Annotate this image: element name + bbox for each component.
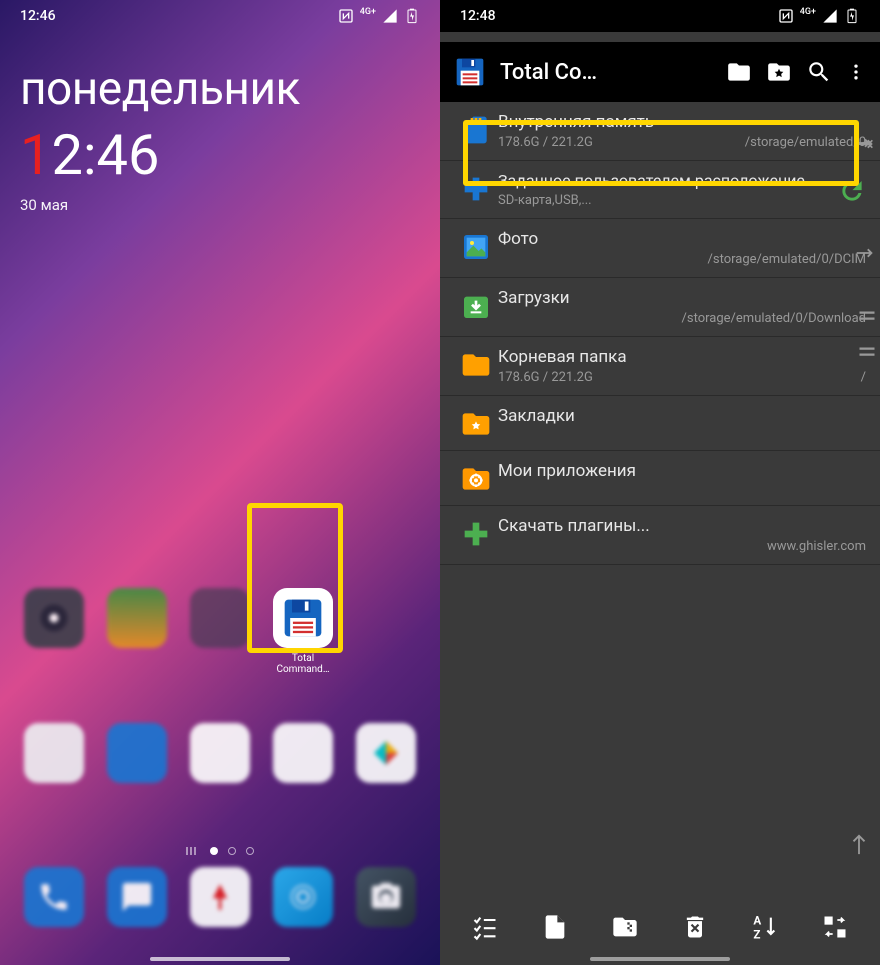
signal-icon [822, 8, 838, 24]
search-icon[interactable] [806, 59, 832, 85]
network-4g-icon: 4G+ [800, 7, 816, 17]
day-of-week: понедельник [20, 62, 420, 116]
app-logo-icon [454, 56, 486, 88]
plus-icon [460, 173, 492, 205]
equals-icon[interactable] [858, 305, 876, 327]
archive-tool-icon[interactable] [611, 913, 639, 941]
download-icon [460, 290, 492, 322]
scroll-up-icon[interactable] [848, 832, 870, 865]
app-icon-blurred[interactable] [267, 723, 339, 799]
refresh-icon[interactable] [838, 177, 866, 205]
signal-icon [382, 8, 398, 24]
date-text: 30 мая [20, 196, 420, 214]
bottom-toolbar: AZ [440, 901, 880, 953]
swap-arrow-icon[interactable] [854, 133, 876, 155]
status-time: 12:48 [460, 8, 496, 24]
nfc-icon [778, 8, 794, 24]
status-time: 12:46 [20, 8, 56, 24]
delete-tool-icon[interactable] [681, 913, 709, 941]
battery-icon [404, 8, 420, 24]
folder-action-icon[interactable] [726, 59, 752, 85]
list-item-bookmarks[interactable]: Закладки [440, 396, 880, 451]
app-icon-blurred[interactable] [350, 723, 422, 799]
app-icon-blurred[interactable] [18, 723, 90, 799]
dock-messages[interactable] [101, 867, 173, 927]
app-bar: Total Co… [440, 42, 880, 102]
folder-icon [460, 349, 492, 381]
app-total-commander[interactable]: Total Command… [267, 588, 339, 675]
apps-folder-icon [460, 463, 492, 495]
home-screen-phone: 12:46 4G+ понедельник 12:46 30 мая [0, 0, 440, 965]
svg-text:A: A [753, 914, 761, 928]
status-bar: 12:46 4G+ [0, 0, 440, 32]
new-file-tool-icon[interactable] [541, 913, 569, 941]
list-item-root[interactable]: Корневая папка 178.6G / 221.2G/ [440, 337, 880, 396]
app-icon-blurred[interactable] [184, 588, 256, 675]
dock-gallery[interactable] [267, 867, 339, 927]
status-bar: 12:48 4G+ [440, 0, 880, 32]
location-list: Внутренняя память 178.6G / 221.2G/storag… [440, 102, 880, 565]
swap-panel-tool-icon[interactable] [821, 913, 849, 941]
dock-phone[interactable] [18, 867, 90, 927]
app-title: Total Co… [500, 60, 712, 85]
app-icon-blurred[interactable] [101, 588, 173, 675]
battery-icon [844, 8, 860, 24]
app-icon-blurred[interactable] [184, 723, 256, 799]
bookmark-folder-icon [460, 408, 492, 440]
dock-yandex[interactable] [184, 867, 256, 927]
list-item-user-location[interactable]: Заданное пользователем расположение SD-к… [440, 161, 880, 219]
plus-green-icon [460, 518, 492, 550]
sort-tool-icon[interactable]: AZ [751, 913, 779, 941]
app-icon-blurred[interactable] [101, 723, 173, 799]
dock-camera[interactable] [350, 867, 422, 927]
overflow-menu-icon[interactable] [846, 59, 866, 85]
svg-text:Z: Z [753, 928, 760, 941]
list-item-internal-storage[interactable]: Внутренняя память 178.6G / 221.2G/storag… [440, 102, 880, 161]
bookmark-action-icon[interactable] [766, 59, 792, 85]
home-widget: понедельник 12:46 30 мая [0, 32, 440, 244]
total-commander-phone: 12:48 4G+ Total Co… Вн [440, 0, 880, 965]
home-pager[interactable] [18, 847, 422, 855]
floppy-disk-icon [281, 596, 325, 640]
app-icon-blurred[interactable] [18, 588, 90, 675]
app-grid: Total Command… [0, 588, 440, 965]
network-4g-icon: 4G+ [360, 7, 376, 17]
select-tool-icon[interactable] [471, 913, 499, 941]
gesture-bar[interactable] [590, 957, 730, 961]
nfc-icon [338, 8, 354, 24]
sd-card-icon [460, 114, 492, 146]
list-item-apps[interactable]: Мои приложения [440, 451, 880, 506]
photo-icon [460, 231, 492, 263]
clock-widget[interactable]: 12:46 [20, 122, 420, 188]
list-item-photo[interactable]: Фото /storage/emulated/0/DCIM [440, 219, 880, 278]
gesture-bar[interactable] [150, 957, 290, 961]
list-item-downloads[interactable]: Загрузки /storage/emulated/0/Download [440, 278, 880, 337]
list-item-plugins[interactable]: Скачать плагины... www.ghisler.com [440, 506, 880, 565]
